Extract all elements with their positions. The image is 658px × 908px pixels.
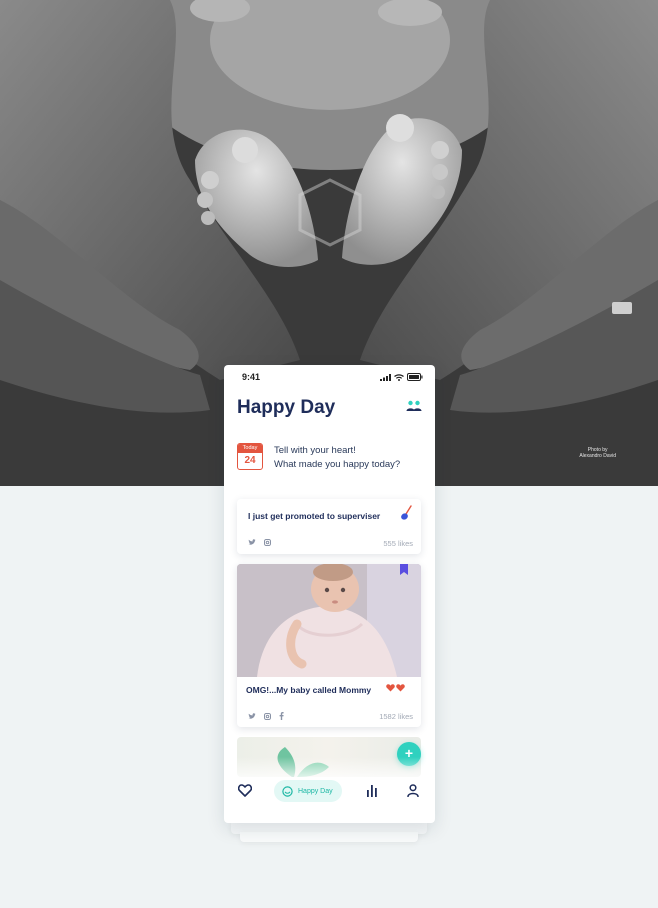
bookmark-icon[interactable]: [400, 564, 408, 575]
calendar-day: 24: [244, 455, 256, 466]
instagram-icon[interactable]: [264, 712, 271, 720]
people-icon[interactable]: [406, 399, 422, 413]
heart-emoji-icon: [396, 684, 405, 692]
smile-icon: [282, 785, 293, 797]
photo-credit-line2: Alexandro David: [579, 453, 616, 459]
wifi-icon: [394, 373, 404, 381]
prompt-line1: Tell with your heart!: [274, 445, 356, 456]
signal-icon: [380, 373, 391, 381]
instagram-icon[interactable]: [264, 539, 271, 546]
facebook-icon[interactable]: [279, 712, 284, 720]
prompt-line2: What made you happy today?: [274, 459, 401, 470]
heart-emoji-icon: [386, 684, 395, 692]
twitter-icon[interactable]: [248, 712, 256, 720]
twitter-icon[interactable]: [248, 539, 256, 546]
user-icon[interactable]: [407, 784, 419, 797]
post-card[interactable]: OMG!...My baby called Mommy 1582 likes: [237, 564, 421, 727]
photo-credit: Photo by Alexandro David: [579, 447, 616, 459]
post-title: OMG!...My baby called Mommy: [246, 685, 372, 695]
post-title: I just get promoted to superviser: [248, 511, 381, 521]
calendar-label: Today: [238, 444, 262, 453]
heart-icon[interactable]: [238, 784, 252, 797]
spoon-icon: [401, 505, 412, 520]
likes-count: 555 likes: [383, 539, 413, 548]
post-card[interactable]: I just get promoted to superviser 555 li…: [237, 499, 421, 554]
social-links: [248, 539, 271, 546]
hearts-icon: [386, 684, 405, 692]
post-photo: [237, 564, 421, 677]
social-links: [248, 712, 284, 720]
phone-screen: 9:41 Happy Day Today 24 Tell with your h…: [224, 365, 435, 823]
status-bar: 9:41: [224, 365, 435, 389]
prompt-text: Tell with your heart! What made you happ…: [274, 444, 400, 472]
baby-photo: [237, 564, 421, 677]
phone-stack-shadow-2: [240, 832, 418, 842]
page-title: Happy Day: [237, 397, 336, 418]
bottom-nav: Happy Day: [224, 775, 435, 815]
tab-happy-day[interactable]: Happy Day: [274, 780, 342, 802]
status-icons: [380, 373, 423, 381]
stats-icon[interactable]: [366, 784, 378, 797]
happy-prompt[interactable]: Today 24 Tell with your heart! What made…: [237, 443, 427, 473]
battery-icon: [407, 373, 423, 381]
tab-happy-day-label: Happy Day: [298, 787, 333, 795]
calendar-icon: Today 24: [237, 443, 263, 470]
likes-count: 1582 likes: [379, 712, 413, 721]
status-time: 9:41: [242, 372, 261, 382]
